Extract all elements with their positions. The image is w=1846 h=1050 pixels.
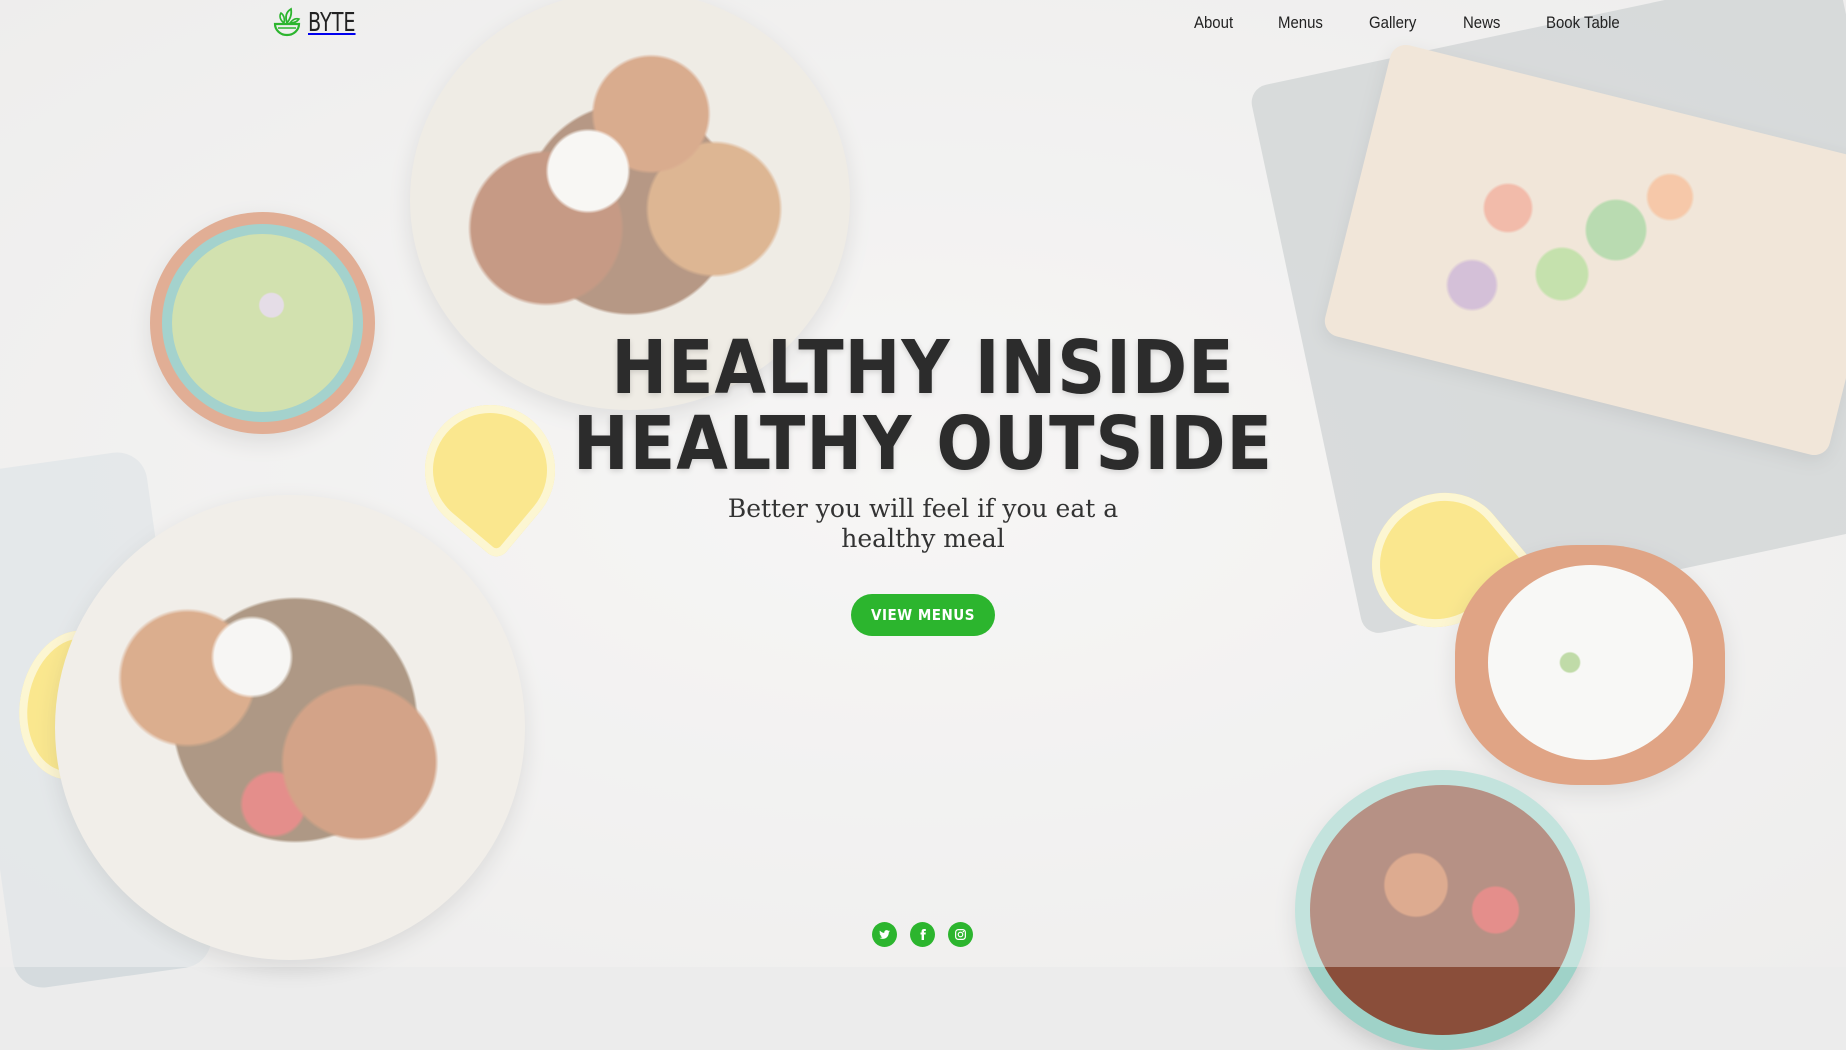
- facebook-icon[interactable]: [910, 922, 935, 947]
- nav-link-book-table[interactable]: Book Table: [1546, 13, 1620, 33]
- nav-link-menus[interactable]: Menus: [1278, 13, 1323, 33]
- salad-bowl-icon: [273, 7, 301, 37]
- instagram-icon[interactable]: [948, 922, 973, 947]
- nav-link-about[interactable]: About: [1194, 13, 1233, 33]
- hero-headline-line-1: HEALTHY INSIDE: [611, 325, 1235, 411]
- hero-headline-line-2: HEALTHY OUTSIDE: [573, 401, 1273, 487]
- view-menus-button[interactable]: VIEW MENUS: [851, 594, 995, 636]
- navbar: BYTE About Menus Gallery News Book Table: [0, 0, 1846, 52]
- brand-logo-link[interactable]: BYTE: [272, 6, 366, 40]
- brand-name: BYTE: [308, 8, 356, 38]
- hero-section: HEALTHY INSIDE HEALTHY OUTSIDE Better yo…: [0, 330, 1846, 636]
- hero-headline: HEALTHY INSIDE HEALTHY OUTSIDE: [0, 330, 1846, 482]
- main-nav: About Menus Gallery News Book Table: [1194, 13, 1670, 33]
- social-links: [872, 922, 973, 947]
- hero-subheadline: Better you will feel if you eat a health…: [727, 494, 1119, 553]
- nav-link-news[interactable]: News: [1463, 13, 1500, 33]
- twitter-icon[interactable]: [872, 922, 897, 947]
- nav-link-gallery[interactable]: Gallery: [1369, 13, 1416, 33]
